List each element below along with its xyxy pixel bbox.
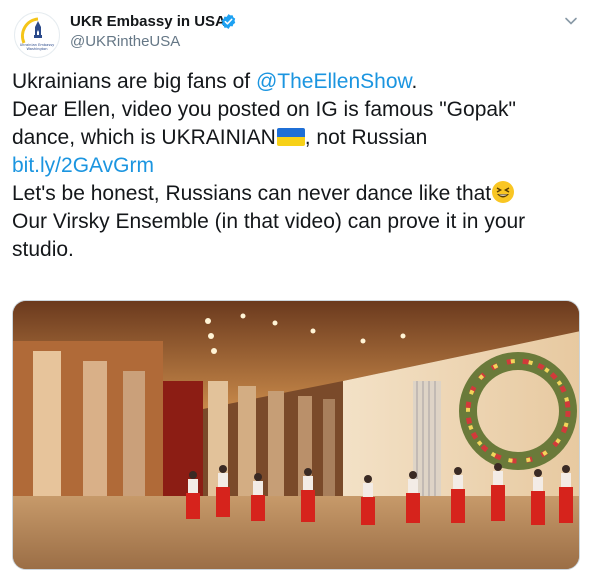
text-fragment: , not Russian <box>304 126 428 149</box>
embassy-logo-icon <box>20 17 42 44</box>
chevron-down-icon[interactable] <box>564 14 578 28</box>
text-fragment: Ukrainians are big fans of <box>12 70 256 93</box>
mention-link[interactable]: @TheEllenShow <box>256 70 412 93</box>
verified-badge-icon <box>221 14 236 29</box>
grinning-squinting-face-icon <box>492 181 515 203</box>
tweet-line: dance, which is UKRAINIAN , not Russian <box>12 124 580 152</box>
ukraine-flag-icon <box>276 128 305 146</box>
tweet-line: Ukrainians are big fans of @TheEllenShow… <box>12 68 580 96</box>
avatar[interactable]: Ukrainian Embassy Washington <box>14 12 60 58</box>
tweet-line: Let's be honest, Russians can never danc… <box>12 180 580 208</box>
text-fragment: dance, which is UKRAINIAN <box>12 126 276 149</box>
video-thumbnail[interactable] <box>12 300 580 570</box>
avatar-caption: Ukrainian Embassy Washington <box>19 43 55 51</box>
short-link[interactable]: bit.ly/2GAvGrm <box>12 154 154 177</box>
text-fragment: . <box>411 70 418 93</box>
tweet-line: Our Virsky Ensemble (in that video) can … <box>12 210 526 233</box>
tweet-line: studio. <box>12 238 74 261</box>
tweet-text: Ukrainians are big fans of @TheEllenShow… <box>12 68 580 264</box>
tweet-line: Dear Ellen, video you posted on IG is fa… <box>12 98 517 121</box>
text-fragment: Let's be honest, Russians can never danc… <box>12 182 492 205</box>
tweet-line: bit.ly/2GAvGrm <box>12 152 580 180</box>
stage-scene-image <box>13 301 579 569</box>
display-name[interactable]: UKR Embassy in USA <box>70 13 226 30</box>
handle[interactable]: @UKRintheUSA <box>70 33 180 50</box>
